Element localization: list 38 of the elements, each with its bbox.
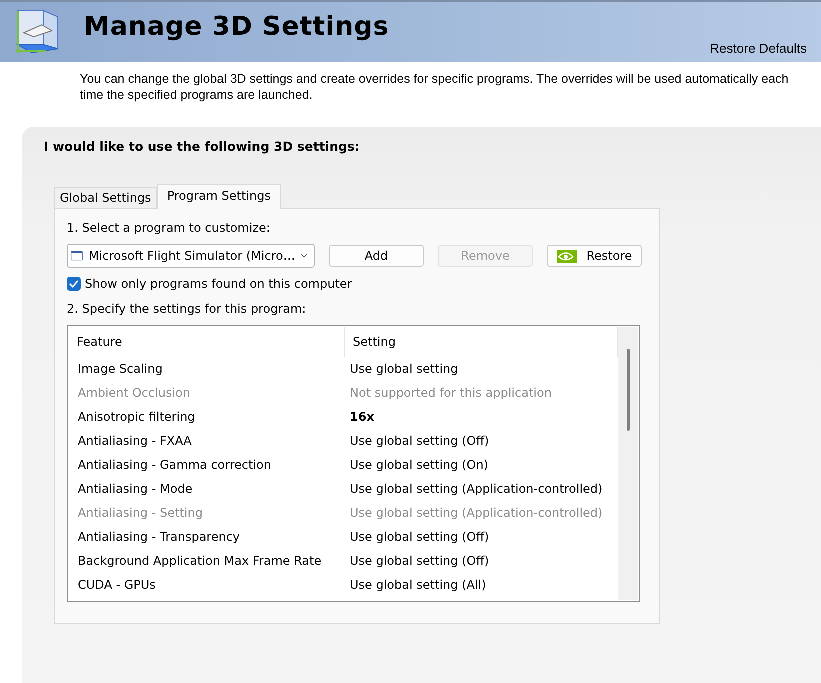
step-label: 1. Select a program to customize:	[67, 221, 272, 235]
description-text: You can change the global 3D settings and create overrides for specific programs. The overrides will be used automatically each time the specified programs are launched.	[80, 71, 790, 104]
setting-cell[interactable]: Use global setting (Off)	[350, 434, 618, 448]
setting-cell[interactable]: 16x	[350, 410, 618, 424]
scrollbar[interactable]	[618, 327, 638, 600]
check-icon	[69, 280, 79, 288]
eye-logo-icon	[556, 250, 577, 262]
checkbox[interactable]	[67, 277, 81, 291]
step-label: 2. Specify the settings for this program:	[67, 302, 308, 316]
program-dropdown[interactable]: Microsoft Flight Simulator (Micro…	[67, 244, 315, 268]
setting-cell[interactable]: Use global setting (Application-controlled)	[350, 482, 618, 496]
setting-cell[interactable]: Use global setting (All)	[350, 578, 618, 592]
section-title: I would like to use the following 3D settings:	[44, 139, 361, 154]
restore-defaults-link[interactable]: Restore Defaults	[710, 41, 807, 56]
page-title: Manage 3D Settings	[84, 12, 390, 42]
feature-cell[interactable]: Antialiasing - FXAA	[78, 434, 350, 448]
action-button[interactable]: Restore	[547, 245, 642, 267]
scroll-thumb[interactable]	[626, 349, 630, 431]
feature-cell[interactable]: CUDA - GPUs	[78, 578, 350, 592]
chevron-down-icon	[301, 253, 308, 259]
feature-cell[interactable]: Antialiasing - Mode	[78, 482, 350, 496]
feature-cell[interactable]: Antialiasing - Gamma correction	[78, 458, 350, 472]
window-icon	[71, 249, 83, 263]
tab[interactable]: Global Settings	[54, 187, 158, 208]
feature-cell[interactable]: Anisotropic filtering	[78, 410, 350, 424]
tab[interactable]: Program Settings	[157, 184, 281, 209]
program-value: Microsoft Flight Simulator (Micro…	[88, 249, 296, 263]
setting-cell[interactable]: Use global setting (On)	[350, 458, 618, 472]
action-button[interactable]: Add	[329, 245, 424, 267]
feature-cell[interactable]: Image Scaling	[78, 362, 350, 376]
setting-cell[interactable]: Use global setting	[350, 362, 618, 376]
column-header[interactable]: Feature	[69, 327, 345, 357]
setting-cell[interactable]: Use global setting (Off)	[350, 554, 618, 568]
show-only-checkbox[interactable]: Show only programs found on this computer	[67, 277, 647, 291]
setting-cell[interactable]: Use global setting (Off)	[350, 530, 618, 544]
feature-cell[interactable]: Antialiasing - Transparency	[78, 530, 350, 544]
feature-cell[interactable]: Background Application Max Frame Rate	[78, 554, 350, 568]
checkbox-label: Show only programs found on this computer	[85, 277, 352, 291]
